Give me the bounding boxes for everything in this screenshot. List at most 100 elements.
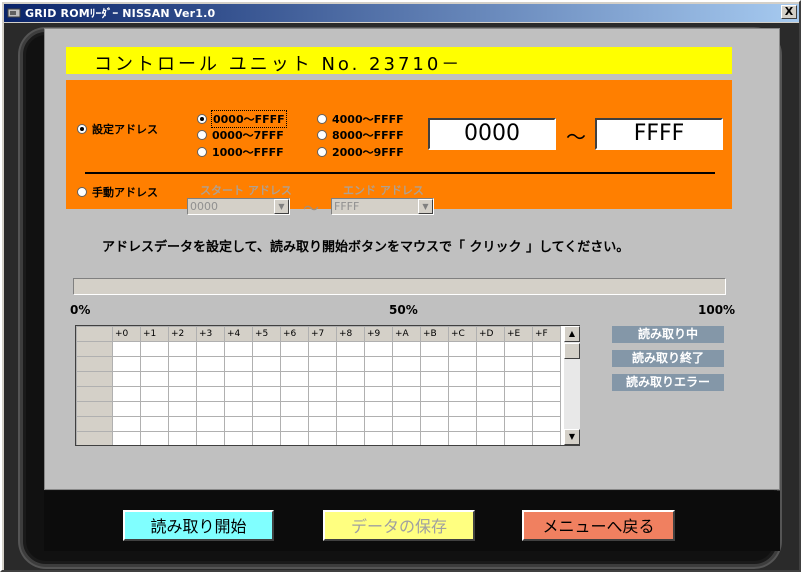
- save-data-button[interactable]: データの保存: [323, 510, 475, 541]
- grid-cell[interactable]: [308, 371, 337, 387]
- grid-cell[interactable]: [420, 371, 449, 387]
- grid-cell[interactable]: [532, 431, 561, 445]
- grid-cell[interactable]: [504, 416, 533, 432]
- grid-cell[interactable]: [476, 371, 505, 387]
- grid-cell[interactable]: [140, 356, 169, 372]
- grid-cell[interactable]: [504, 431, 533, 445]
- grid-cell[interactable]: [336, 386, 365, 402]
- data-grid[interactable]: +0 +1 +2 +3 +4 +5 +6 +7 +8 +9 +A +B +C +D +E +F: [75, 325, 580, 446]
- grid-cell[interactable]: [476, 401, 505, 417]
- grid-cell[interactable]: [140, 341, 169, 357]
- grid-cell[interactable]: [420, 431, 449, 445]
- grid-cell[interactable]: [336, 431, 365, 445]
- radio-manual-address[interactable]: 手動アドレス: [77, 184, 158, 200]
- start-address-select[interactable]: 0000 ▼: [187, 198, 290, 215]
- grid-cell[interactable]: [504, 371, 533, 387]
- radio-range-0[interactable]: 0000～FFFF: [197, 110, 287, 128]
- grid-cell[interactable]: [308, 416, 337, 432]
- grid-cell[interactable]: [364, 416, 393, 432]
- grid-cell[interactable]: [252, 341, 281, 357]
- grid-cell[interactable]: [420, 386, 449, 402]
- grid-cell[interactable]: [532, 341, 561, 357]
- grid-cell[interactable]: [392, 356, 421, 372]
- grid-cell[interactable]: [364, 356, 393, 372]
- grid-cell[interactable]: [224, 371, 253, 387]
- scroll-down-icon[interactable]: ▼: [564, 429, 580, 445]
- grid-cell[interactable]: [224, 431, 253, 445]
- grid-cell[interactable]: [112, 431, 141, 445]
- grid-cell[interactable]: [140, 431, 169, 445]
- radio-range-1[interactable]: 0000～7FFF: [197, 127, 284, 143]
- grid-cell[interactable]: [280, 371, 309, 387]
- grid-cell[interactable]: [364, 431, 393, 445]
- grid-cell[interactable]: [364, 386, 393, 402]
- grid-cell[interactable]: [392, 371, 421, 387]
- grid-cell[interactable]: [112, 386, 141, 402]
- grid-cell[interactable]: [448, 416, 477, 432]
- grid-cell[interactable]: [336, 341, 365, 357]
- grid-cell[interactable]: [112, 341, 141, 357]
- back-to-menu-button[interactable]: メニューへ戻る: [522, 510, 675, 541]
- chevron-down-icon[interactable]: ▼: [418, 199, 433, 214]
- grid-cell[interactable]: [392, 416, 421, 432]
- grid-cell[interactable]: [196, 341, 225, 357]
- grid-cell[interactable]: [308, 341, 337, 357]
- grid-cell[interactable]: [168, 431, 197, 445]
- grid-cell[interactable]: [224, 356, 253, 372]
- grid-cell[interactable]: [252, 371, 281, 387]
- grid-cell[interactable]: [448, 341, 477, 357]
- radio-range-5[interactable]: 2000～9FFF: [317, 144, 404, 160]
- grid-cell[interactable]: [392, 341, 421, 357]
- grid-cell[interactable]: [308, 356, 337, 372]
- grid-cell[interactable]: [532, 356, 561, 372]
- grid-cell[interactable]: [280, 431, 309, 445]
- grid-cell[interactable]: [168, 416, 197, 432]
- grid-cell[interactable]: [532, 416, 561, 432]
- grid-cell[interactable]: [336, 416, 365, 432]
- radio-range-2[interactable]: 1000～FFFF: [197, 144, 284, 160]
- grid-cell[interactable]: [336, 356, 365, 372]
- grid-cell[interactable]: [140, 386, 169, 402]
- grid-cell[interactable]: [168, 371, 197, 387]
- grid-cell[interactable]: [476, 431, 505, 445]
- grid-cell[interactable]: [168, 356, 197, 372]
- grid-scrollbar[interactable]: ▲ ▼: [564, 326, 580, 445]
- grid-cell[interactable]: [168, 341, 197, 357]
- grid-cell[interactable]: [112, 356, 141, 372]
- radio-set-address[interactable]: 設定アドレス: [77, 121, 158, 137]
- grid-cell[interactable]: [336, 371, 365, 387]
- grid-cell[interactable]: [196, 356, 225, 372]
- grid-cell[interactable]: [224, 401, 253, 417]
- grid-cell[interactable]: [308, 386, 337, 402]
- title-bar[interactable]: GRID ROMﾘｰﾀﾞｰ NISSAN Ver1.0 X: [4, 4, 799, 22]
- chevron-down-icon[interactable]: ▼: [274, 199, 289, 214]
- scroll-thumb[interactable]: [564, 343, 580, 359]
- grid-cell[interactable]: [504, 386, 533, 402]
- grid-cell[interactable]: [392, 386, 421, 402]
- grid-cell[interactable]: [224, 386, 253, 402]
- grid-cell[interactable]: [196, 386, 225, 402]
- scroll-up-icon[interactable]: ▲: [564, 326, 580, 342]
- grid-cell[interactable]: [392, 431, 421, 445]
- grid-cell[interactable]: [280, 341, 309, 357]
- grid-cell[interactable]: [392, 401, 421, 417]
- grid-cell[interactable]: [476, 416, 505, 432]
- grid-cell[interactable]: [420, 341, 449, 357]
- grid-cell[interactable]: [504, 341, 533, 357]
- grid-cell[interactable]: [252, 356, 281, 372]
- grid-cell[interactable]: [308, 431, 337, 445]
- grid-cell[interactable]: [364, 341, 393, 357]
- grid-cell[interactable]: [140, 401, 169, 417]
- grid-cell[interactable]: [112, 416, 141, 432]
- grid-cell[interactable]: [448, 371, 477, 387]
- grid-cell[interactable]: [420, 356, 449, 372]
- grid-cell[interactable]: [252, 386, 281, 402]
- grid-cell[interactable]: [140, 371, 169, 387]
- end-address-select[interactable]: FFFF ▼: [331, 198, 434, 215]
- grid-cell[interactable]: [532, 386, 561, 402]
- grid-cell[interactable]: [252, 401, 281, 417]
- grid-cell[interactable]: [364, 371, 393, 387]
- grid-cell[interactable]: [364, 401, 393, 417]
- grid-cell[interactable]: [448, 356, 477, 372]
- start-reading-button[interactable]: 読み取り開始: [123, 510, 274, 541]
